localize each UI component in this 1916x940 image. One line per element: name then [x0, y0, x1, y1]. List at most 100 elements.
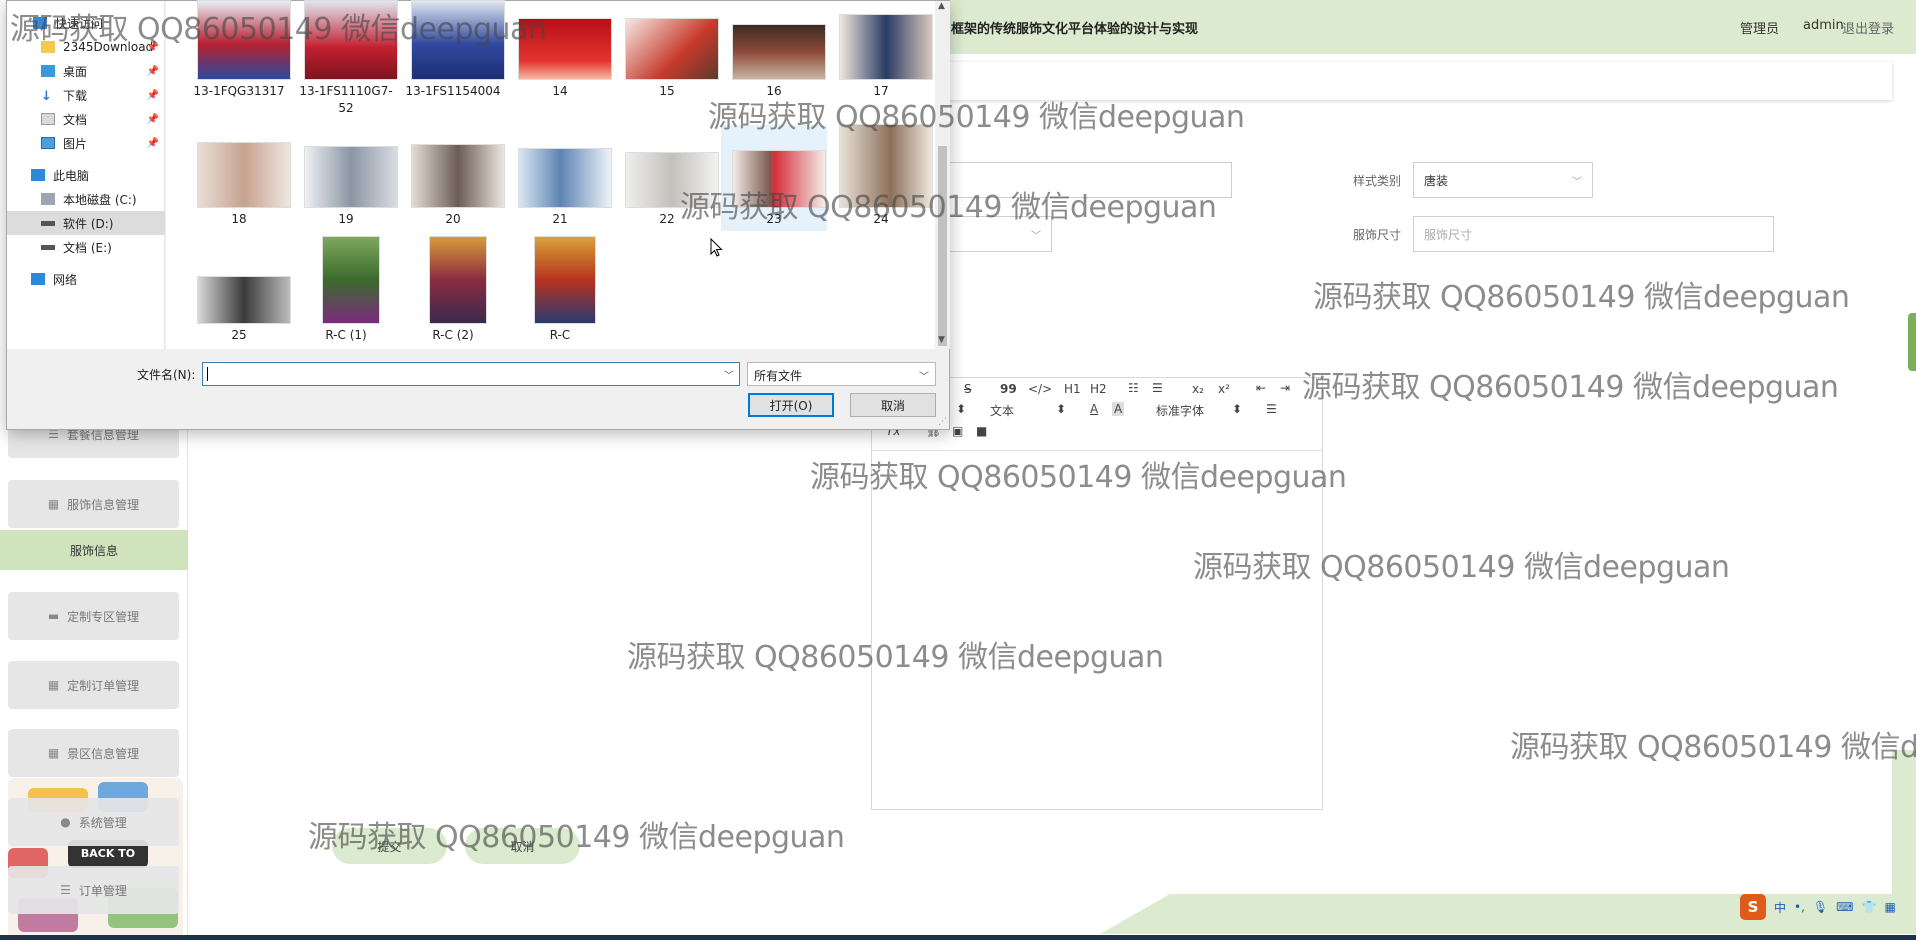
open-button[interactable]: 打开(O) — [748, 393, 834, 417]
file-type-filter[interactable]: 所有文件 ﹀ — [747, 362, 936, 386]
nav-desktop[interactable]: 桌面 📌 — [7, 59, 165, 83]
strike-button[interactable]: S — [964, 382, 972, 396]
nav-label: 网络 — [53, 272, 78, 287]
image-thumbnail — [733, 25, 825, 79]
file-item[interactable]: 17 — [828, 1, 934, 117]
ime-language-indicator[interactable]: 中 — [1774, 899, 1786, 916]
text-style-select[interactable]: 文本 — [990, 402, 1014, 419]
nav-label: 快速访问 — [55, 16, 104, 31]
chevron-down-icon[interactable]: ﹀ — [724, 367, 734, 382]
menu-order-management[interactable]: ☰ 订单管理 — [8, 866, 179, 914]
skin-icon[interactable]: 👕 — [1861, 900, 1876, 914]
video-icon[interactable]: ■ — [976, 424, 987, 438]
file-item[interactable]: 15 — [614, 1, 720, 117]
style-category-select[interactable]: 唐装 ﹀ — [1413, 162, 1593, 198]
dialog-cancel-button[interactable]: 取消 — [850, 393, 936, 417]
h1-button[interactable]: H1 — [1064, 382, 1081, 396]
menu-scenic-management[interactable]: ▦ 景区信息管理 — [8, 729, 179, 777]
font-family-select[interactable]: 标准字体 — [1156, 402, 1204, 419]
file-item[interactable]: 14 — [507, 1, 613, 117]
resize-grip-icon[interactable]: ⋰ — [938, 417, 947, 427]
quote-button[interactable]: 99 — [1000, 382, 1017, 396]
vertical-scrollbar[interactable]: ▲ ▼ — [935, 1, 950, 349]
code-button[interactable]: </> — [1028, 382, 1052, 396]
rich-text-editor[interactable]: S 99 </> H1 H2 ☷ ☰ x₂ x² ⇤ ⇥ ⬍ 文本 ⬍ A A … — [871, 377, 1323, 810]
subscript-button[interactable]: x₂ — [1192, 382, 1204, 396]
menu-system-management[interactable]: ● 系统管理 — [8, 798, 179, 846]
file-item[interactable]: 21 — [507, 125, 613, 231]
style-category-value: 唐装 — [1424, 173, 1449, 188]
file-item[interactable]: R-C (1) — [293, 235, 399, 345]
image-thumbnail — [519, 149, 611, 207]
file-item[interactable]: 23 — [721, 125, 827, 231]
breadcrumb-bar — [940, 62, 1892, 100]
file-item[interactable]: R-C (2) — [400, 235, 506, 345]
toolbox-icon[interactable]: ▦ — [1884, 900, 1895, 914]
file-name: 13-1FS1154004 — [405, 84, 501, 98]
nav-2345download[interactable]: 2345Download 📌 — [7, 35, 165, 59]
file-item[interactable]: 13-1FS1154004 — [400, 1, 506, 117]
file-item[interactable]: 13-1FQG31317 — [186, 1, 292, 117]
file-item[interactable]: 18 — [186, 125, 292, 231]
punctuation-icon[interactable]: •, — [1794, 900, 1805, 914]
file-item[interactable]: R-C — [507, 235, 613, 345]
filename-input[interactable]: ﹀ — [202, 362, 740, 386]
scroll-down-icon[interactable]: ▼ — [938, 335, 945, 345]
file-item[interactable]: 25 — [186, 235, 292, 345]
nav-documents[interactable]: 文档 📌 — [7, 107, 165, 131]
scroll-thumb[interactable] — [938, 146, 947, 346]
file-item[interactable]: 24 — [828, 125, 934, 231]
ime-logo-icon[interactable]: S — [1740, 894, 1766, 920]
logout-link[interactable]: 退出登录 — [1842, 18, 1894, 37]
file-item[interactable]: 19 — [293, 125, 399, 231]
nav-downloads[interactable]: ↓ 下载 📌 — [7, 83, 165, 107]
nav-label: 文档 — [63, 112, 88, 127]
h2-button[interactable]: H2 — [1090, 382, 1107, 396]
size-label: 服饰尺寸 — [1353, 228, 1402, 242]
side-handle[interactable] — [1908, 313, 1916, 371]
nav-label: 桌面 — [63, 64, 88, 79]
nav-label: 软件 (D:) — [63, 216, 114, 231]
align-icon[interactable]: ☰ — [1266, 402, 1277, 416]
watermark-text: 源码获取 QQ86050149 微信deepguan — [1510, 730, 1916, 765]
file-item[interactable]: 13-1FS1110G7-52 — [293, 1, 399, 117]
menu-custom-zone-management[interactable]: ▬ 定制专区管理 — [8, 592, 179, 640]
bullet-list-icon[interactable]: ☰ — [1152, 381, 1163, 395]
scroll-up-icon[interactable]: ▲ — [938, 1, 945, 11]
grid-icon: ▦ — [47, 746, 60, 760]
nav-drive-c[interactable]: 本地磁盘 (C:) — [7, 187, 165, 211]
file-item[interactable]: 20 — [400, 125, 506, 231]
cancel-button[interactable]: 取消 — [465, 828, 580, 864]
outdent-icon[interactable]: ⇤ — [1256, 381, 1266, 395]
menu-clothing-management[interactable]: ▦ 服饰信息管理 — [8, 480, 179, 528]
nav-drive-d[interactable]: 软件 (D:) — [7, 211, 165, 235]
image-icon[interactable]: ▣ — [952, 424, 963, 438]
keyboard-icon[interactable]: ⌨ — [1836, 900, 1853, 914]
file-item[interactable]: 16 — [721, 1, 827, 117]
submit-button[interactable]: 提交 — [332, 828, 447, 864]
menu-custom-order-management[interactable]: ▦ 定制订单管理 — [8, 661, 179, 709]
ordered-list-icon[interactable]: ☷ — [1128, 381, 1139, 395]
nav-network[interactable]: 网络 — [7, 267, 165, 291]
size-input[interactable]: 服饰尺寸 — [1413, 216, 1774, 252]
drive-icon — [41, 220, 55, 226]
nav-pictures[interactable]: 图片 📌 — [7, 131, 165, 155]
pin-icon: ● — [60, 815, 71, 829]
file-name: R-C (1) — [325, 328, 367, 342]
hidden-text-field[interactable] — [930, 162, 1232, 198]
style-category-label: 样式类别 — [1353, 174, 1402, 188]
nav-quick-access[interactable]: 快速访问 — [7, 11, 165, 35]
background-color-icon[interactable]: A — [1112, 402, 1125, 416]
dropdown-arrows-icon[interactable]: ⬍ — [956, 402, 966, 416]
submenu-clothing-info[interactable]: 服饰信息 — [0, 530, 188, 570]
pin-icon: 📌 — [146, 89, 159, 101]
superscript-button[interactable]: x² — [1218, 382, 1230, 396]
nav-this-pc[interactable]: 此电脑 — [7, 163, 165, 187]
nav-drive-e[interactable]: 文档 (E:) — [7, 235, 165, 259]
indent-icon[interactable]: ⇥ — [1280, 381, 1290, 395]
file-item[interactable]: 22 — [614, 125, 720, 231]
microphone-icon[interactable]: 🎙 — [1813, 900, 1828, 914]
chevron-down-icon: ﹀ — [919, 372, 929, 383]
menu-label: 服饰信息管理 — [67, 497, 140, 512]
font-color-icon[interactable]: A — [1090, 402, 1098, 416]
